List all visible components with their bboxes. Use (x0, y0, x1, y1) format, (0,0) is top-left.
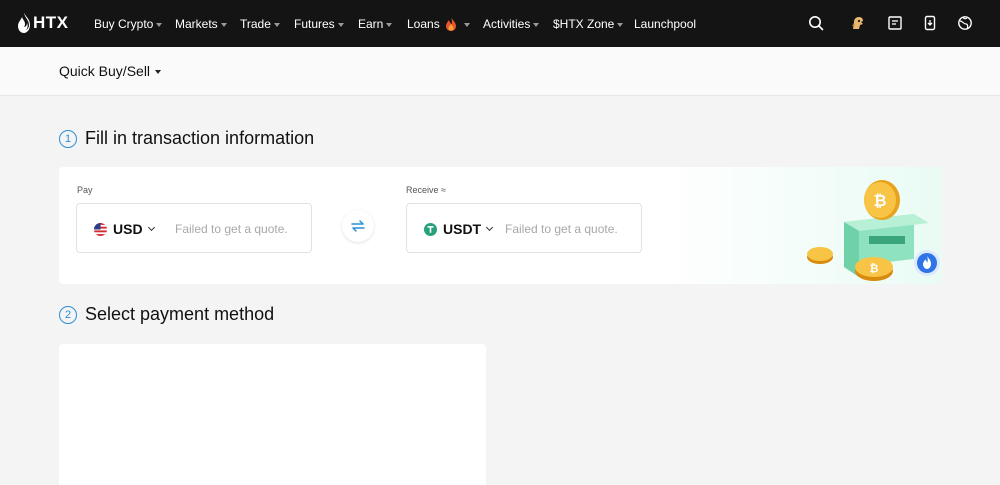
caret-down-icon (386, 22, 393, 27)
step-1-heading: 1 Fill in transaction information (59, 128, 314, 149)
caret-down-icon (155, 69, 162, 74)
nav-futures[interactable]: Futures (294, 15, 344, 33)
nav-earn[interactable]: Earn (358, 15, 393, 33)
download-icon[interactable] (920, 13, 940, 33)
receive-label: Receive ≈ (406, 185, 446, 195)
orders-icon[interactable] (885, 13, 905, 33)
subheader-title: Quick Buy/Sell (59, 63, 151, 79)
caret-down-icon (617, 22, 624, 27)
top-navbar: HTX Buy Crypto Markets Trade Futures Ear… (0, 0, 1000, 47)
receive-field: USDT (406, 203, 642, 253)
language-icon[interactable] (955, 13, 975, 33)
nav-label: Buy Crypto (94, 17, 154, 31)
chevron-down-icon (147, 223, 155, 231)
subheader-bar: Quick Buy/Sell (0, 47, 1000, 96)
svg-text:₿: ₿ (870, 262, 879, 275)
nav-launchpool[interactable]: Launchpool (634, 15, 696, 33)
nav-label: Futures (294, 17, 335, 31)
nav-label: Trade (240, 17, 271, 31)
pay-currency-code: USD (113, 221, 143, 237)
flame-logo-icon (18, 13, 30, 33)
receive-currency-select[interactable]: USDT (424, 219, 494, 239)
svg-text:₿: ₿ (873, 191, 886, 210)
receive-currency-code: USDT (443, 221, 482, 237)
receive-amount-input[interactable] (505, 217, 637, 241)
caret-down-icon (156, 22, 163, 27)
caret-down-icon (337, 22, 344, 27)
step-number-badge: 2 (59, 305, 77, 324)
nav-label: Earn (358, 17, 384, 31)
nav-trade[interactable]: Trade (240, 15, 280, 33)
swap-arrows-icon (351, 220, 365, 232)
nav-htx-zone[interactable]: $HTX Zone (553, 15, 624, 33)
caret-down-icon (273, 22, 280, 27)
pay-label: Pay (77, 185, 93, 195)
nav-label: Activities (483, 17, 531, 31)
htx-logo[interactable]: HTX (17, 11, 69, 35)
caret-down-icon (220, 22, 227, 27)
transaction-card: Pay USD Receive ≈ (59, 167, 942, 284)
chevron-down-icon (486, 223, 494, 231)
pay-amount-input[interactable] (175, 217, 307, 241)
nav-markets[interactable]: Markets (175, 15, 227, 33)
caret-down-icon (533, 22, 540, 27)
step-number-badge: 1 (59, 129, 77, 148)
nav-label: Markets (175, 17, 218, 31)
pay-field: USD (76, 203, 312, 253)
step-title: Select payment method (85, 304, 275, 324)
fire-icon (445, 17, 456, 31)
nav-label: Launchpool (634, 17, 697, 31)
logo-text: HTX (33, 13, 69, 32)
payment-method-panel (59, 344, 486, 485)
nav-label: $HTX Zone (553, 17, 615, 31)
caret-down-icon (463, 22, 470, 27)
tether-icon (424, 222, 437, 236)
nav-loans[interactable]: Loans (407, 15, 470, 33)
nav-label: Loans (407, 17, 440, 31)
step-2-heading: 2 Select payment method (59, 304, 274, 325)
search-icon[interactable] (806, 13, 826, 33)
coin-box-illustration: ₿ ₿ (807, 180, 940, 281)
step-title: Fill in transaction information (85, 128, 315, 148)
us-flag-icon (94, 222, 107, 236)
avatar-icon[interactable] (848, 13, 868, 33)
pay-currency-select[interactable]: USD (94, 219, 155, 239)
nav-activities[interactable]: Activities (483, 15, 540, 33)
nav-buy-crypto[interactable]: Buy Crypto (94, 15, 163, 33)
quick-buy-sell-dropdown[interactable]: Quick Buy/Sell (59, 63, 162, 79)
swap-button[interactable] (342, 210, 374, 242)
